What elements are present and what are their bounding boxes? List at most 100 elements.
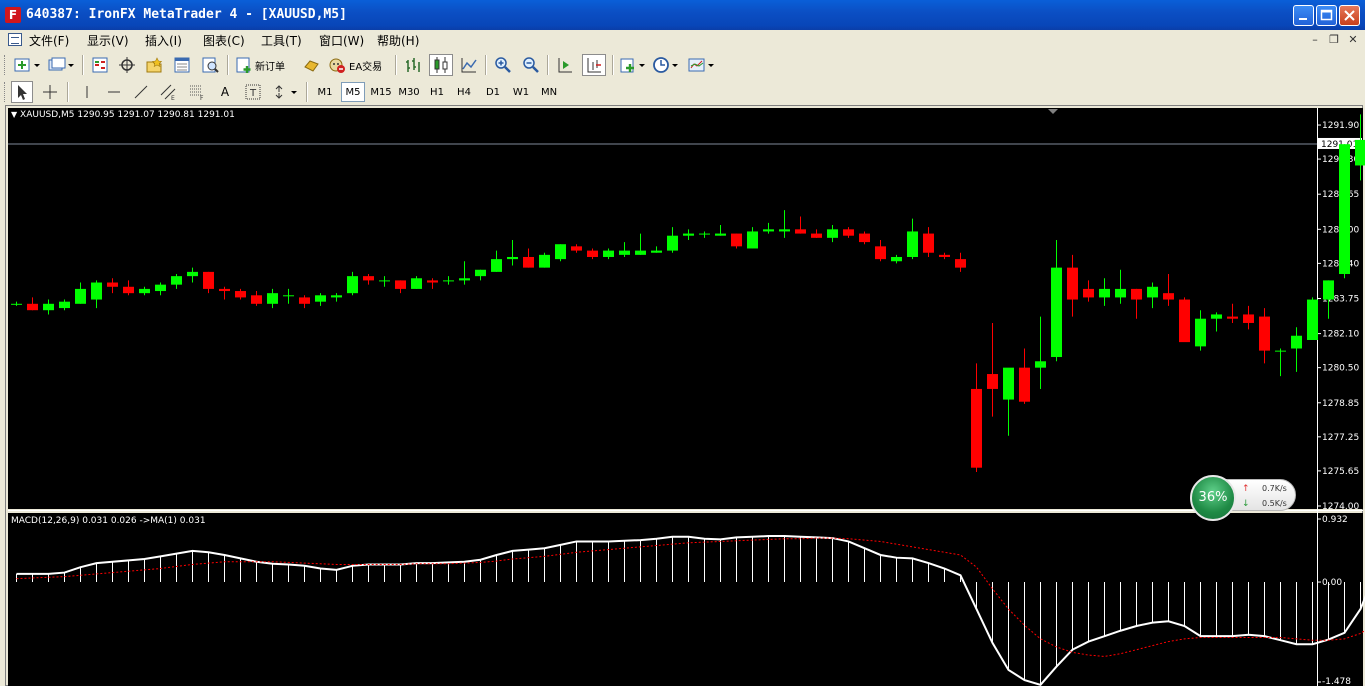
bear-candle: [1259, 316, 1270, 351]
bear-candle: [1243, 314, 1254, 323]
bull-candle: [635, 250, 646, 255]
bear-candle: [1179, 299, 1190, 343]
macd-axis-label: 0.00: [1322, 578, 1342, 588]
bear-candle: [251, 295, 262, 304]
bull-candle: [155, 284, 166, 292]
bull-candle: [411, 278, 422, 289]
bear-candle: [1163, 293, 1174, 300]
bull-candle: [1291, 335, 1302, 349]
bull-candle: [779, 229, 790, 232]
bear-candle: [203, 271, 214, 289]
bear-candle: [363, 276, 374, 281]
bull-candle: [555, 244, 566, 260]
bear-candle: [811, 233, 822, 238]
bull-candle: [75, 288, 86, 304]
bull-candle: [891, 256, 902, 262]
bull-candle: [1003, 367, 1014, 400]
bull-candle: [1195, 318, 1206, 347]
network-usage-gauge: 36%: [1190, 475, 1236, 521]
bull-candle: [91, 282, 102, 300]
bear-candle: [235, 291, 246, 298]
bear-candle: [843, 229, 854, 236]
upload-speed: 0.7K/s: [1262, 484, 1287, 493]
bull-candle: [603, 250, 614, 257]
price-axis-label: 1277.25: [1322, 433, 1359, 443]
bull-candle: [459, 278, 470, 281]
bull-candle: [907, 231, 918, 257]
bull-candle: [539, 254, 550, 268]
bull-candle: [59, 301, 70, 309]
bull-candle: [11, 303, 22, 305]
network-speed-widget[interactable]: 36% ↑ 0.7K/s ↓ 0.5K/s: [1190, 475, 1298, 521]
bull-candle: [1035, 361, 1046, 368]
bull-candle: [1147, 286, 1158, 298]
macd-header: MACD(12,26,9) 0.031 0.026 ->MA(1) 0.031: [11, 516, 206, 526]
price-axis-label: 1282.10: [1322, 330, 1359, 340]
bear-candle: [587, 250, 598, 257]
bull-candle: [491, 259, 502, 272]
bull-candle: [651, 250, 662, 253]
bear-candle: [731, 233, 742, 247]
chart-dropdown-icon[interactable]: ▼: [11, 110, 17, 119]
price-axis-label: 1274.00: [1322, 502, 1359, 512]
bear-candle: [107, 282, 118, 287]
bull-candle: [1307, 299, 1318, 340]
download-arrow-icon: ↓: [1242, 499, 1250, 509]
bull-candle: [443, 280, 454, 282]
upload-arrow-icon: ↑: [1242, 484, 1250, 494]
bull-candle: [1339, 144, 1350, 275]
bear-candle: [1227, 316, 1238, 319]
bull-candle: [171, 276, 182, 285]
bull-candle: [1099, 288, 1110, 298]
bear-candle: [971, 388, 982, 468]
bull-candle: [1211, 314, 1222, 319]
bull-candle: [1051, 267, 1062, 358]
bull-candle: [43, 303, 54, 311]
bull-candle: [699, 233, 710, 235]
bull-candle: [763, 229, 774, 232]
bull-candle: [187, 271, 198, 277]
bear-candle: [571, 246, 582, 251]
bear-candle: [1083, 288, 1094, 298]
bull-candle: [619, 250, 630, 255]
bear-candle: [523, 256, 534, 268]
bear-candle: [1067, 267, 1078, 300]
bull-candle: [827, 229, 838, 238]
bear-candle: [1131, 288, 1142, 300]
bull-candle: [747, 231, 758, 249]
bull-candle: [1275, 350, 1286, 352]
bull-candle: [667, 235, 678, 251]
bull-candle: [507, 256, 518, 260]
bull-candle: [331, 295, 342, 298]
bull-candle: [1355, 139, 1365, 166]
price-axis-label: 1275.65: [1322, 467, 1359, 477]
bull-candle: [683, 233, 694, 236]
bull-candle: [283, 295, 294, 297]
macd-axis-label: 0.932: [1322, 515, 1348, 525]
bear-candle: [123, 286, 134, 294]
bull-candle: [267, 293, 278, 304]
bear-candle: [955, 259, 966, 268]
bull-candle: [475, 269, 486, 277]
price-axis-label: 1291.90: [1322, 121, 1359, 131]
bear-candle: [1019, 367, 1030, 402]
price-chart[interactable]: 1291.901290.301288.651287.001285.401283.…: [0, 0, 1365, 686]
bull-candle: [347, 276, 358, 294]
chart-header: ▼ XAUUSD,M5 1290.95 1291.07 1290.81 1291…: [11, 110, 235, 120]
bear-candle: [859, 233, 870, 243]
bear-candle: [427, 280, 438, 283]
bear-candle: [939, 254, 950, 257]
bear-candle: [923, 233, 934, 253]
macd-axis-label: -1.478: [1322, 677, 1351, 686]
bull-candle: [715, 233, 726, 236]
price-axis-label: 1278.85: [1322, 399, 1359, 409]
bull-candle: [1115, 288, 1126, 298]
main-chart-background: [8, 108, 1317, 509]
bull-candle: [315, 295, 326, 302]
bear-candle: [27, 303, 38, 311]
bull-candle: [1323, 280, 1334, 300]
bear-candle: [987, 374, 998, 389]
bear-candle: [395, 280, 406, 289]
metatrader-window: F 640387: IronFX MetaTrader 4 - [XAUUSD,…: [0, 0, 1365, 686]
bear-candle: [299, 297, 310, 304]
